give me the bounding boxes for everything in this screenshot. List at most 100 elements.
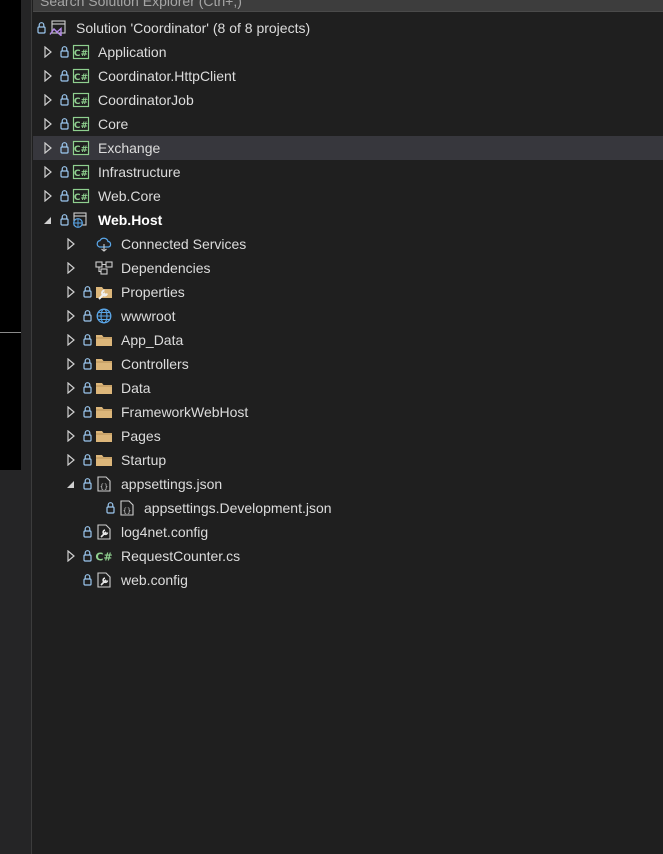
lock-icon <box>60 213 69 226</box>
lock-icon <box>83 285 92 298</box>
item-label: appsettings.json <box>121 476 223 492</box>
item-label: RequestCounter.cs <box>121 548 241 564</box>
folder-icon <box>95 332 113 348</box>
tree-row-appsettings-development-json[interactable]: appsettings.Development.json <box>33 496 663 520</box>
properties-folder-icon <box>95 284 113 300</box>
solution-label: Solution 'Coordinator' (8 of 8 projects) <box>76 20 311 36</box>
panel-border <box>31 0 32 854</box>
tree-row-frameworkwebhost[interactable]: FrameworkWebHost <box>33 400 663 424</box>
project-label: CoordinatorJob <box>98 92 194 108</box>
folder-icon <box>95 380 113 396</box>
lock-icon <box>83 357 92 370</box>
tree-row-pages[interactable]: Pages <box>33 424 663 448</box>
expand-arrow-icon[interactable] <box>66 430 76 442</box>
expand-arrow-icon[interactable] <box>43 46 53 58</box>
tree-row-project-core[interactable]: Core <box>33 112 663 136</box>
expand-arrow-icon[interactable] <box>43 166 53 178</box>
csharp-project-icon <box>72 140 90 156</box>
expand-arrow-icon[interactable] <box>66 310 76 322</box>
item-label: appsettings.Development.json <box>144 500 332 516</box>
item-label: App_Data <box>121 332 184 348</box>
json-file-icon <box>118 500 136 516</box>
expand-arrow-icon[interactable] <box>66 382 76 394</box>
project-label: Application <box>98 44 167 60</box>
expand-arrow-icon[interactable] <box>43 142 53 154</box>
tree-row-controllers[interactable]: Controllers <box>33 352 663 376</box>
left-editor-area <box>0 0 21 470</box>
web-project-icon <box>72 212 90 228</box>
csharp-project-icon <box>72 92 90 108</box>
lock-icon <box>83 573 92 586</box>
lock-icon <box>60 165 69 178</box>
tree-row-project-web-host[interactable]: Web.Host <box>33 208 663 232</box>
item-label: Connected Services <box>121 236 247 252</box>
tree-row-data[interactable]: Data <box>33 376 663 400</box>
tree-row-web-config[interactable]: web.config <box>33 568 663 592</box>
lock-icon <box>83 405 92 418</box>
tree-row-requestcounter-cs[interactable]: RequestCounter.cs <box>33 544 663 568</box>
search-solution-explorer-input[interactable]: Search Solution Explorer (Ctrl+;) <box>33 0 663 12</box>
lock-icon <box>60 189 69 202</box>
config-file-icon <box>95 572 113 588</box>
project-label: Coordinator.HttpClient <box>98 68 236 84</box>
connected-services-icon <box>95 236 113 252</box>
folder-icon <box>95 356 113 372</box>
project-label: Infrastructure <box>98 164 181 180</box>
tree-row-project-coordinator-httpclient[interactable]: Coordinator.HttpClient <box>33 64 663 88</box>
expand-arrow-icon[interactable] <box>66 358 76 370</box>
lock-icon <box>83 525 92 538</box>
expand-arrow-icon[interactable] <box>43 118 53 130</box>
tree-row-startup[interactable]: Startup <box>33 448 663 472</box>
tree-row-solution[interactable]: Solution 'Coordinator' (8 of 8 projects) <box>33 16 663 40</box>
csharp-file-icon <box>95 548 113 564</box>
collapse-arrow-icon[interactable] <box>66 478 76 490</box>
expand-arrow-icon[interactable] <box>66 262 76 274</box>
lock-icon <box>37 21 46 34</box>
expand-arrow-icon[interactable] <box>66 454 76 466</box>
item-label: log4net.config <box>121 524 209 540</box>
project-label: Exchange <box>98 140 161 156</box>
lock-icon <box>60 117 69 130</box>
lock-icon <box>83 381 92 394</box>
expand-arrow-icon[interactable] <box>43 190 53 202</box>
tree-row-app-data[interactable]: App_Data <box>33 328 663 352</box>
expand-arrow-icon[interactable] <box>66 238 76 250</box>
config-file-icon <box>95 524 113 540</box>
csharp-project-icon <box>72 68 90 84</box>
expand-arrow-icon[interactable] <box>66 550 76 562</box>
item-label: Startup <box>121 452 167 468</box>
project-label: Web.Host <box>98 212 163 228</box>
item-label: FrameworkWebHost <box>121 404 249 420</box>
lock-icon <box>83 549 92 562</box>
collapse-arrow-icon[interactable] <box>43 214 53 226</box>
tree-row-project-coordinatorjob[interactable]: CoordinatorJob <box>33 88 663 112</box>
tree-row-dependencies[interactable]: Dependencies <box>33 256 663 280</box>
expand-arrow-icon[interactable] <box>43 70 53 82</box>
tree-row-log4net-config[interactable]: log4net.config <box>33 520 663 544</box>
lock-icon <box>60 45 69 58</box>
folder-icon <box>95 452 113 468</box>
lock-icon <box>83 429 92 442</box>
tree-row-connected-services[interactable]: Connected Services <box>33 232 663 256</box>
item-label: Dependencies <box>121 260 211 276</box>
solution-icon <box>49 20 67 36</box>
expand-arrow-icon[interactable] <box>66 406 76 418</box>
item-label: Pages <box>121 428 161 444</box>
splitter-line <box>0 332 21 333</box>
item-label: Properties <box>121 284 185 300</box>
tree-row-properties[interactable]: Properties <box>33 280 663 304</box>
tree-row-wwwroot[interactable]: wwwroot <box>33 304 663 328</box>
expand-arrow-icon[interactable] <box>66 286 76 298</box>
lock-icon <box>60 93 69 106</box>
tree-row-appsettings-json[interactable]: appsettings.json <box>33 472 663 496</box>
csharp-project-icon <box>72 164 90 180</box>
tree-row-project-web-core[interactable]: Web.Core <box>33 184 663 208</box>
tree-row-project-infrastructure[interactable]: Infrastructure <box>33 160 663 184</box>
expand-arrow-icon[interactable] <box>43 94 53 106</box>
tree-row-project-exchange[interactable]: Exchange <box>33 136 663 160</box>
csharp-project-icon <box>72 188 90 204</box>
expand-arrow-icon[interactable] <box>66 334 76 346</box>
project-label: Web.Core <box>98 188 161 204</box>
folder-icon <box>95 404 113 420</box>
tree-row-project-application[interactable]: Application <box>33 40 663 64</box>
